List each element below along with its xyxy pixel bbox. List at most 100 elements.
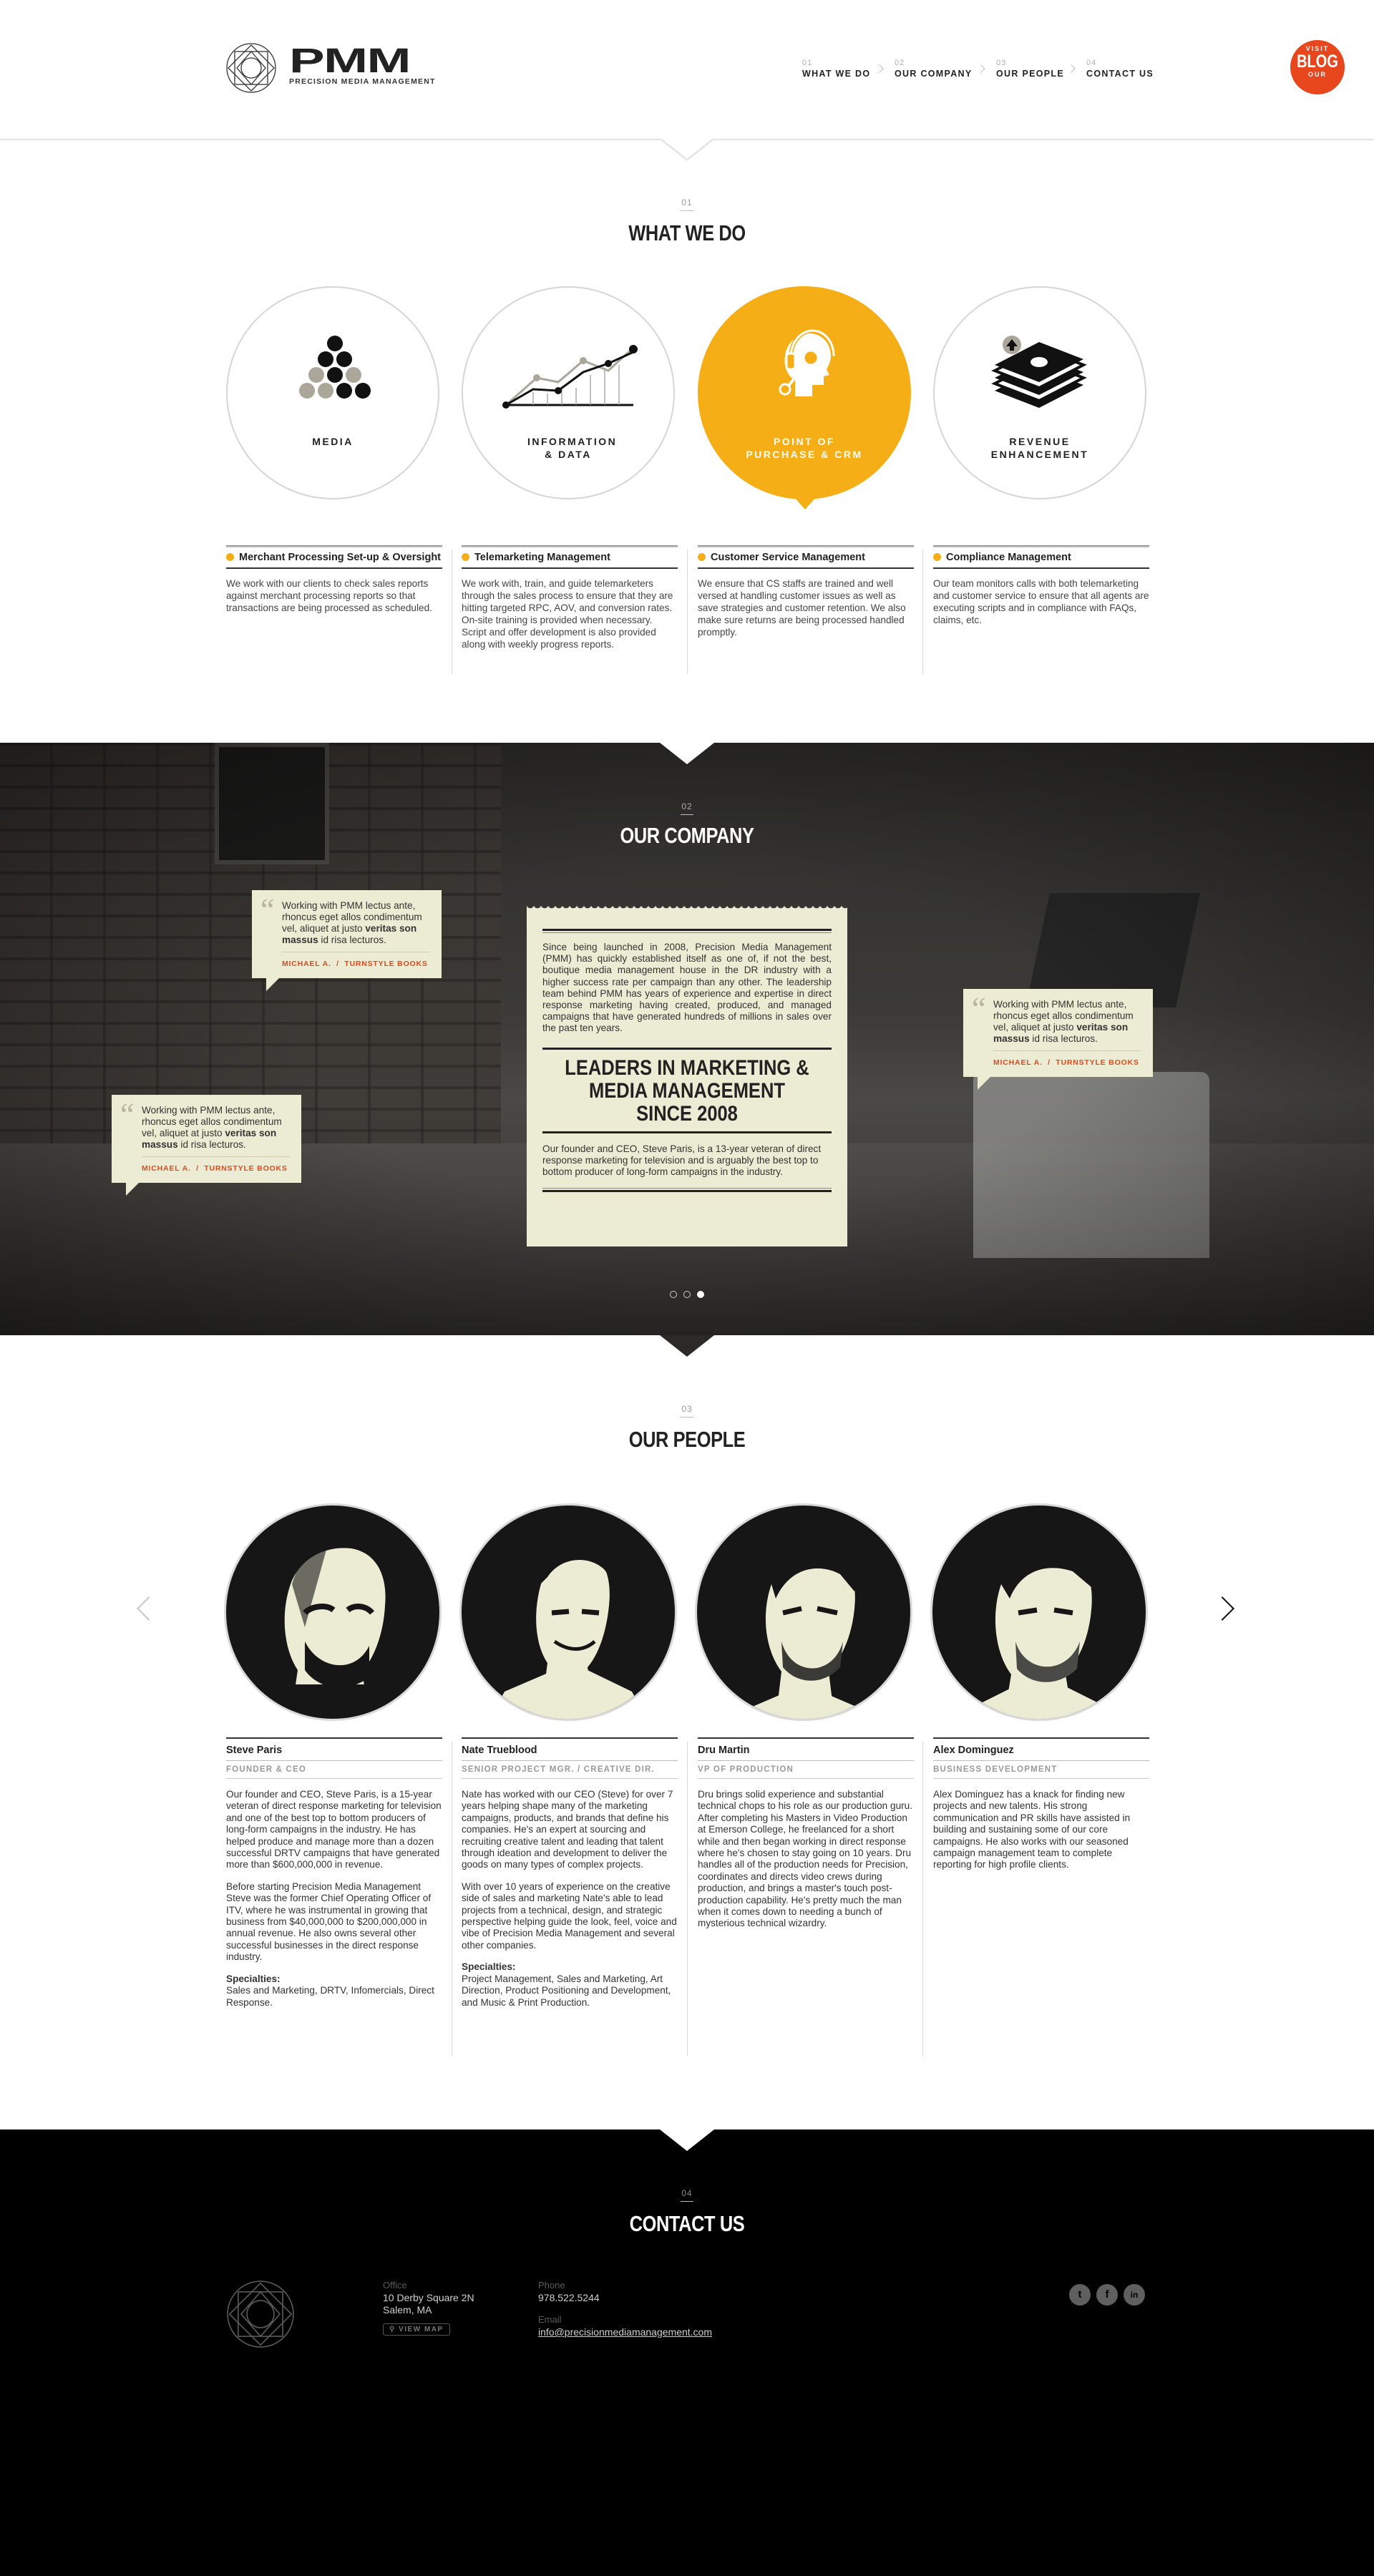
divider xyxy=(687,1742,688,2057)
divider xyxy=(687,550,688,674)
company-card: Since being launched in 2008, Precision … xyxy=(527,904,847,1246)
service-circle-information-data[interactable]: INFORMATION & DATA xyxy=(462,286,675,499)
active-circle-pointer xyxy=(794,497,817,509)
circle-label: POINT OF PURCHASE & CRM xyxy=(746,436,863,460)
testimonial-quote: “ Working with PMM lectus ante, rhoncus … xyxy=(112,1095,301,1196)
person-silhouette-icon xyxy=(961,1548,1119,1719)
person-silhouette-icon xyxy=(740,1546,869,1719)
chevron-right-icon xyxy=(875,64,884,73)
person-bio: Dru brings solid experience and substant… xyxy=(698,1789,912,1929)
pyramid-dots-icon xyxy=(299,336,371,399)
logo[interactable]: PMM PRECISION MEDIA MANAGEMENT xyxy=(225,42,461,94)
logo-mark-icon xyxy=(226,43,276,93)
person-role: VP OF PRODUCTION xyxy=(698,1761,914,1779)
person-bio: Nate has worked with our CEO (Steve) for… xyxy=(462,1789,673,1870)
address-line-2: Salem, MA xyxy=(383,2304,432,2316)
phone-label: Phone xyxy=(538,2280,565,2290)
section-title-contact-us: CONTACT US xyxy=(629,2211,745,2236)
portrait-alex-dominguez xyxy=(930,1503,1148,1721)
service-title: Telemarketing Management xyxy=(462,547,678,569)
phone-number[interactable]: 978.522.5244 xyxy=(538,2292,774,2304)
section-number: 04 xyxy=(0,2188,1374,2202)
email-link[interactable]: info@precisionmediamanagement.com xyxy=(538,2326,774,2338)
portrait-dru-martin xyxy=(695,1503,912,1721)
company-headline: LEADERS IN MARKETING & MEDIA MANAGEMENT … xyxy=(565,1055,809,1126)
testimonial-quote: “ Working with PMM lectus ante, rhoncus … xyxy=(963,989,1153,1090)
service-telemarketing: Telemarketing Management We work with, t… xyxy=(462,545,678,650)
service-circle-revenue-enhancement[interactable]: REVENUE ENHANCEMENT xyxy=(933,286,1146,499)
our-company-section: 02 OUR COMPANY Since being launched in 2… xyxy=(0,743,1374,1335)
logo-mark-icon xyxy=(227,2280,294,2348)
service-merchant-processing: Merchant Processing Set-up & Oversight W… xyxy=(226,545,442,614)
section-title-our-company: OUR COMPANY xyxy=(620,823,754,848)
chevron-right-icon xyxy=(977,64,985,73)
slider-dot-active[interactable] xyxy=(697,1291,704,1298)
service-title: Customer Service Management xyxy=(698,547,914,569)
nav-item-what-we-do[interactable]: 01 WHAT WE DO xyxy=(802,59,870,79)
blog-badge[interactable]: VISIT BLOG OUR xyxy=(1290,40,1345,94)
divider xyxy=(922,1742,923,2057)
circle-label: INFORMATION & DATA xyxy=(527,436,618,460)
slider-dot[interactable] xyxy=(670,1291,677,1298)
person-silhouette-icon xyxy=(255,1548,412,1719)
header-notch-inner xyxy=(662,139,712,159)
map-pin-icon: ⚲ xyxy=(389,2326,396,2333)
person-role: BUSINESS DEVELOPMENT xyxy=(933,1761,1149,1779)
portrait-steve-paris xyxy=(224,1503,442,1721)
service-title: Compliance Management xyxy=(933,547,1149,569)
service-text: Our team monitors calls with both telema… xyxy=(933,578,1149,625)
nav-item-our-people[interactable]: 03 OUR PEOPLE xyxy=(996,59,1064,79)
logo-name: PMM xyxy=(289,42,411,80)
service-customer-service: Customer Service Management We ensure th… xyxy=(698,545,914,638)
view-map-button[interactable]: ⚲ VIEW MAP xyxy=(383,2323,450,2336)
company-bottom-notch xyxy=(660,1335,714,1357)
line-graph-icon xyxy=(502,345,638,409)
carousel-prev-button[interactable] xyxy=(137,1596,161,1621)
logo-tagline: PRECISION MEDIA MANAGEMENT xyxy=(289,77,436,86)
headset-operator-icon xyxy=(779,328,836,396)
contact-office: Office 10 Derby Square 2N Salem, MA ⚲ VI… xyxy=(383,2280,505,2336)
email-label: Email xyxy=(538,2314,562,2325)
section-title-what-we-do: WHAT WE DO xyxy=(628,220,746,245)
person-card-nate-trueblood: Nate Trueblood SENIOR PROJECT MGR. / CRE… xyxy=(462,1737,678,2009)
service-text: We ensure that CS staffs are trained and… xyxy=(698,578,906,638)
twitter-icon[interactable]: t xyxy=(1069,2284,1091,2306)
nav-item-contact-us[interactable]: 04 CONTACT US xyxy=(1086,59,1154,79)
section-title-our-people: OUR PEOPLE xyxy=(628,1427,746,1452)
service-compliance: Compliance Management Our team monitors … xyxy=(933,545,1149,626)
section-number: 02 xyxy=(0,801,1374,815)
testimonial-quote: “ Working with PMM lectus ante, rhoncus … xyxy=(252,890,442,991)
company-top-notch xyxy=(660,743,714,764)
section-number: 03 xyxy=(0,1404,1374,1418)
company-intro: Since being launched in 2008, Precision … xyxy=(542,942,832,1034)
nav-item-our-company[interactable]: 02 OUR COMPANY xyxy=(895,59,973,79)
person-bio: Before starting Precision Media Manageme… xyxy=(226,1880,432,1963)
address-line-1: 10 Derby Square 2N xyxy=(383,2292,474,2303)
office-label: Office xyxy=(383,2280,407,2290)
money-stack-icon xyxy=(991,336,1087,408)
quote-mark-icon: “ xyxy=(260,892,275,927)
person-card-steve-paris: Steve Paris FOUNDER & CEO Our founder an… xyxy=(226,1737,442,2009)
divider xyxy=(922,550,923,674)
carousel-next-button[interactable] xyxy=(1210,1596,1234,1621)
person-name: Nate Trueblood xyxy=(462,1737,678,1761)
person-name: Alex Dominguez xyxy=(933,1737,1149,1761)
service-circle-point-of-purchase-crm[interactable]: POINT OF PURCHASE & CRM xyxy=(698,286,911,499)
person-silhouette-icon xyxy=(490,1549,646,1719)
linkedin-icon[interactable]: in xyxy=(1124,2284,1145,2306)
slider-dots xyxy=(670,1291,704,1299)
slider-dot[interactable] xyxy=(683,1291,691,1298)
person-bio: Our founder and CEO, Steve Paris, is a 1… xyxy=(226,1789,442,1870)
section-number: 01 xyxy=(0,197,1374,211)
person-card-dru-martin: Dru Martin VP OF PRODUCTION Dru brings s… xyxy=(698,1737,914,1930)
contact-top-notch xyxy=(660,2129,714,2151)
service-circle-media[interactable]: MEDIA xyxy=(226,286,439,499)
person-bio: Alex Dominguez has a knack for finding n… xyxy=(933,1789,1131,1870)
chevron-right-icon xyxy=(1067,64,1076,73)
circle-label: MEDIA xyxy=(312,436,354,447)
person-role: FOUNDER & CEO xyxy=(226,1761,442,1779)
person-card-alex-dominguez: Alex Dominguez BUSINESS DEVELOPMENT Alex… xyxy=(933,1737,1149,1871)
facebook-icon[interactable]: f xyxy=(1096,2284,1118,2306)
circle-label: REVENUE ENHANCEMENT xyxy=(990,436,1089,460)
person-name: Steve Paris xyxy=(226,1737,442,1761)
